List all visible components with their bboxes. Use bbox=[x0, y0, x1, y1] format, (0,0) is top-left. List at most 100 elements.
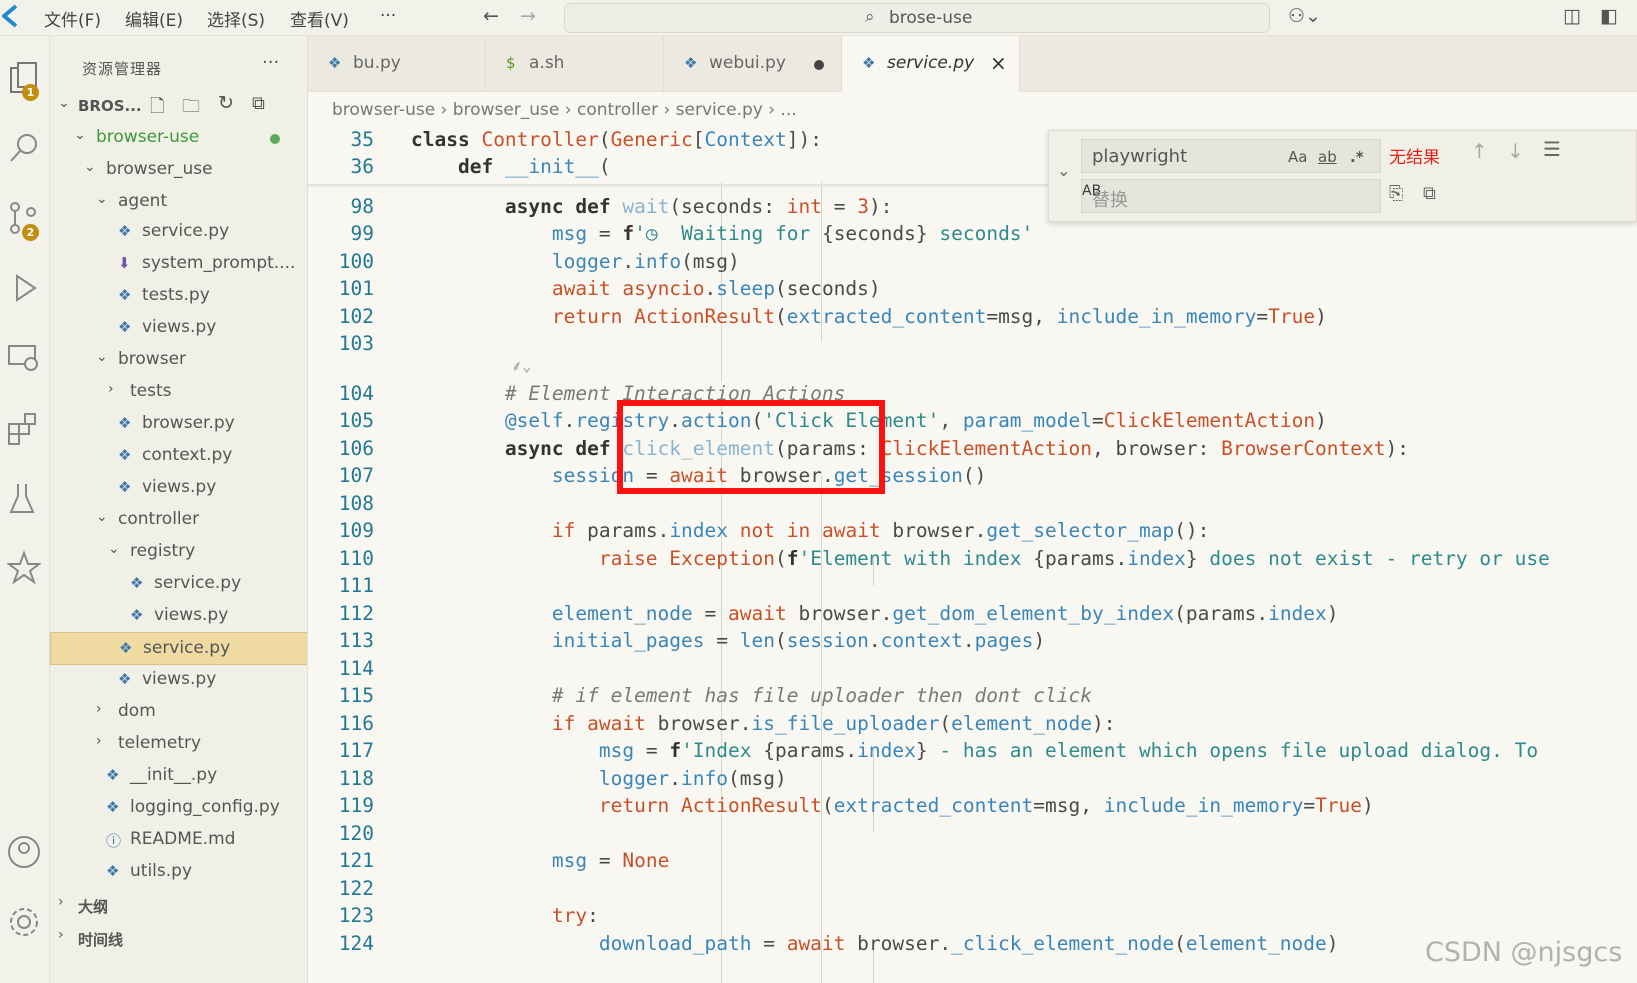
code-line: 122 bbox=[308, 875, 1637, 903]
python-icon: ❖ bbox=[118, 286, 132, 304]
tree-item[interactable]: ⌄ browser_use bbox=[50, 154, 307, 187]
copilot-icon[interactable]: ⚇⌄ bbox=[1288, 5, 1321, 27]
python-icon: ❖ bbox=[106, 798, 120, 816]
code-line: 99 msg = f'◷ Waiting for {seconds} secon… bbox=[308, 220, 1637, 248]
menu-file[interactable]: 文件(F) bbox=[44, 6, 101, 31]
code-text: await asyncio.sleep(seconds) bbox=[551, 277, 881, 300]
tree-item[interactable]: ❖ views.py bbox=[50, 472, 307, 505]
match-case-icon[interactable]: Aa bbox=[1288, 148, 1307, 166]
chevron-down-icon: ⌄ bbox=[84, 159, 96, 175]
forward-arrow-icon[interactable]: → bbox=[520, 5, 536, 27]
run-debug-icon bbox=[16, 274, 37, 302]
previous-match-arrow-icon[interactable]: ↑ bbox=[1471, 139, 1488, 163]
replace-one-icon[interactable]: ⎘ bbox=[1389, 183, 1403, 204]
activity-source-control[interactable]: 2 bbox=[0, 194, 50, 242]
tree-item[interactable]: ❖ browser.py bbox=[50, 408, 307, 441]
back-arrow-icon[interactable]: ← bbox=[483, 5, 499, 27]
unsaved-dot-icon[interactable] bbox=[814, 60, 824, 70]
python-icon: ❖ bbox=[118, 478, 132, 496]
timeline-section[interactable]: › 时间线 bbox=[50, 922, 307, 955]
refresh-icon[interactable]: ↻ bbox=[218, 92, 234, 114]
tree-item-label: views.py bbox=[142, 669, 217, 689]
tree-item[interactable]: ❖ utils.py bbox=[50, 856, 307, 889]
close-icon[interactable]: × bbox=[990, 51, 1007, 75]
menu-more[interactable]: ··· bbox=[380, 6, 396, 26]
tree-item[interactable]: ⓘ README.md bbox=[50, 824, 307, 857]
next-match-arrow-icon[interactable]: ↓ bbox=[1507, 139, 1524, 163]
code-line: 102 return ActionResult(extracted_conten… bbox=[308, 303, 1637, 331]
activity-testing[interactable] bbox=[0, 474, 50, 522]
outline-section[interactable]: › 大纲 bbox=[50, 889, 307, 922]
tree-item[interactable]: ❖ tests.py bbox=[50, 280, 307, 313]
tab-service-py[interactable]: ❖ service.py × bbox=[842, 36, 1020, 92]
menu-edit[interactable]: 编辑(E) bbox=[125, 6, 183, 31]
code-text: if await browser.is_file_uploader(elemen… bbox=[551, 712, 1116, 735]
tree-item[interactable]: ❖ service.py bbox=[50, 568, 307, 601]
activity-extensions[interactable] bbox=[0, 404, 50, 452]
chevron-right-icon: › bbox=[58, 894, 64, 910]
tree-item[interactable]: ⬇ system_prompt.... bbox=[50, 248, 307, 281]
tree-item[interactable]: ⌄ browser-use bbox=[50, 122, 307, 155]
tree-item[interactable]: ⌄ browser bbox=[50, 344, 307, 377]
regex-icon[interactable]: .* bbox=[1350, 148, 1364, 166]
tree-item[interactable]: › tests bbox=[50, 376, 307, 409]
chevron-down-icon: ⌄ bbox=[96, 349, 108, 365]
tree-item[interactable]: ❖ service.py bbox=[50, 216, 307, 249]
new-file-icon[interactable]: 🗋 bbox=[150, 94, 164, 124]
tree-item-label: browser_use bbox=[106, 159, 213, 179]
tree-item[interactable]: ❖ logging_config.py bbox=[50, 792, 307, 825]
python-icon: ❖ bbox=[118, 670, 132, 688]
match-whole-word-icon[interactable]: ab bbox=[1318, 148, 1337, 166]
activity-accounts[interactable] bbox=[0, 828, 50, 876]
tab-bu-py[interactable]: ❖ bu.py bbox=[308, 36, 486, 92]
explorer-root[interactable]: ⌄ BROS... 🗋 🗀 ↻ ⧉ bbox=[50, 90, 307, 124]
tree-item-label: browser bbox=[118, 349, 187, 369]
tree-item[interactable]: ❖ views.py bbox=[50, 600, 307, 633]
command-search[interactable]: ⌕ brose-use bbox=[564, 3, 1270, 33]
tree-item[interactable]: ❖ views.py bbox=[50, 312, 307, 345]
sidebar-more-button[interactable]: ··· bbox=[262, 52, 279, 73]
find-in-selection-icon[interactable]: ☰ bbox=[1543, 137, 1561, 161]
activity-search[interactable] bbox=[0, 124, 50, 172]
code-text: msg = f'◷ Waiting for {seconds} seconds' bbox=[551, 222, 1034, 245]
tree-item-label: context.py bbox=[142, 445, 233, 465]
tree-item[interactable]: ⌄ controller bbox=[50, 504, 307, 537]
chevron-down-icon: ⌄ bbox=[96, 191, 108, 207]
replace-input[interactable]: 替换 AB bbox=[1081, 179, 1381, 213]
tree-item[interactable]: ⌄ agent bbox=[50, 186, 307, 219]
tree-item-label: tests bbox=[130, 381, 172, 401]
layout-icon[interactable]: ◫ bbox=[1563, 5, 1581, 27]
tree-item[interactable]: ⌄ registry bbox=[50, 536, 307, 569]
tree-item[interactable]: › dom bbox=[50, 696, 307, 729]
toggle-replace-chevron-icon[interactable]: ⌄ bbox=[1057, 161, 1070, 180]
tree-item[interactable]: ❖ __init__.py bbox=[50, 760, 307, 793]
find-input[interactable]: playwright Aa ab .* bbox=[1081, 139, 1381, 173]
new-folder-icon[interactable]: 🗀 bbox=[182, 94, 200, 124]
activity-settings[interactable] bbox=[0, 898, 50, 946]
menu-view[interactable]: 查看(V) bbox=[290, 6, 349, 31]
replace-placeholder: 替换 bbox=[1092, 190, 1128, 211]
replace-all-icon[interactable]: ⧉ bbox=[1423, 183, 1436, 204]
line-number: 110 bbox=[338, 547, 374, 570]
code-editor[interactable]: 35 class Controller(Generic[Context]): 3… bbox=[308, 126, 1637, 983]
chevron-right-icon: › bbox=[58, 927, 64, 943]
code-line: 121 msg = None bbox=[308, 847, 1637, 875]
line-number: 111 bbox=[338, 574, 374, 597]
tree-item[interactable]: ❖ context.py bbox=[50, 440, 307, 473]
tree-item-label: browser-use bbox=[96, 127, 200, 147]
breadcrumb[interactable]: browser-use › browser_use › controller ›… bbox=[332, 100, 797, 120]
activity-explorer[interactable]: 1 bbox=[0, 54, 50, 102]
tree-item[interactable]: ❖ service.py bbox=[50, 632, 307, 665]
code-line: 109 if params.index not in await browser… bbox=[308, 517, 1637, 545]
tab-a-sh[interactable]: $ a.sh bbox=[486, 36, 664, 92]
collapse-all-icon[interactable]: ⧉ bbox=[252, 93, 265, 114]
tree-item[interactable]: › telemetry bbox=[50, 728, 307, 761]
activity-remote-explorer[interactable] bbox=[0, 334, 50, 382]
activity-run-debug[interactable] bbox=[0, 264, 50, 312]
extensions-icon bbox=[8, 413, 36, 445]
activity-extension-view[interactable] bbox=[0, 544, 50, 592]
tree-item[interactable]: ❖ views.py bbox=[50, 664, 307, 697]
toggle-sidebar-icon[interactable]: ◧ bbox=[1600, 5, 1618, 27]
menu-selection[interactable]: 选择(S) bbox=[207, 6, 265, 31]
tab-webui-py[interactable]: ❖ webui.py bbox=[664, 36, 842, 92]
